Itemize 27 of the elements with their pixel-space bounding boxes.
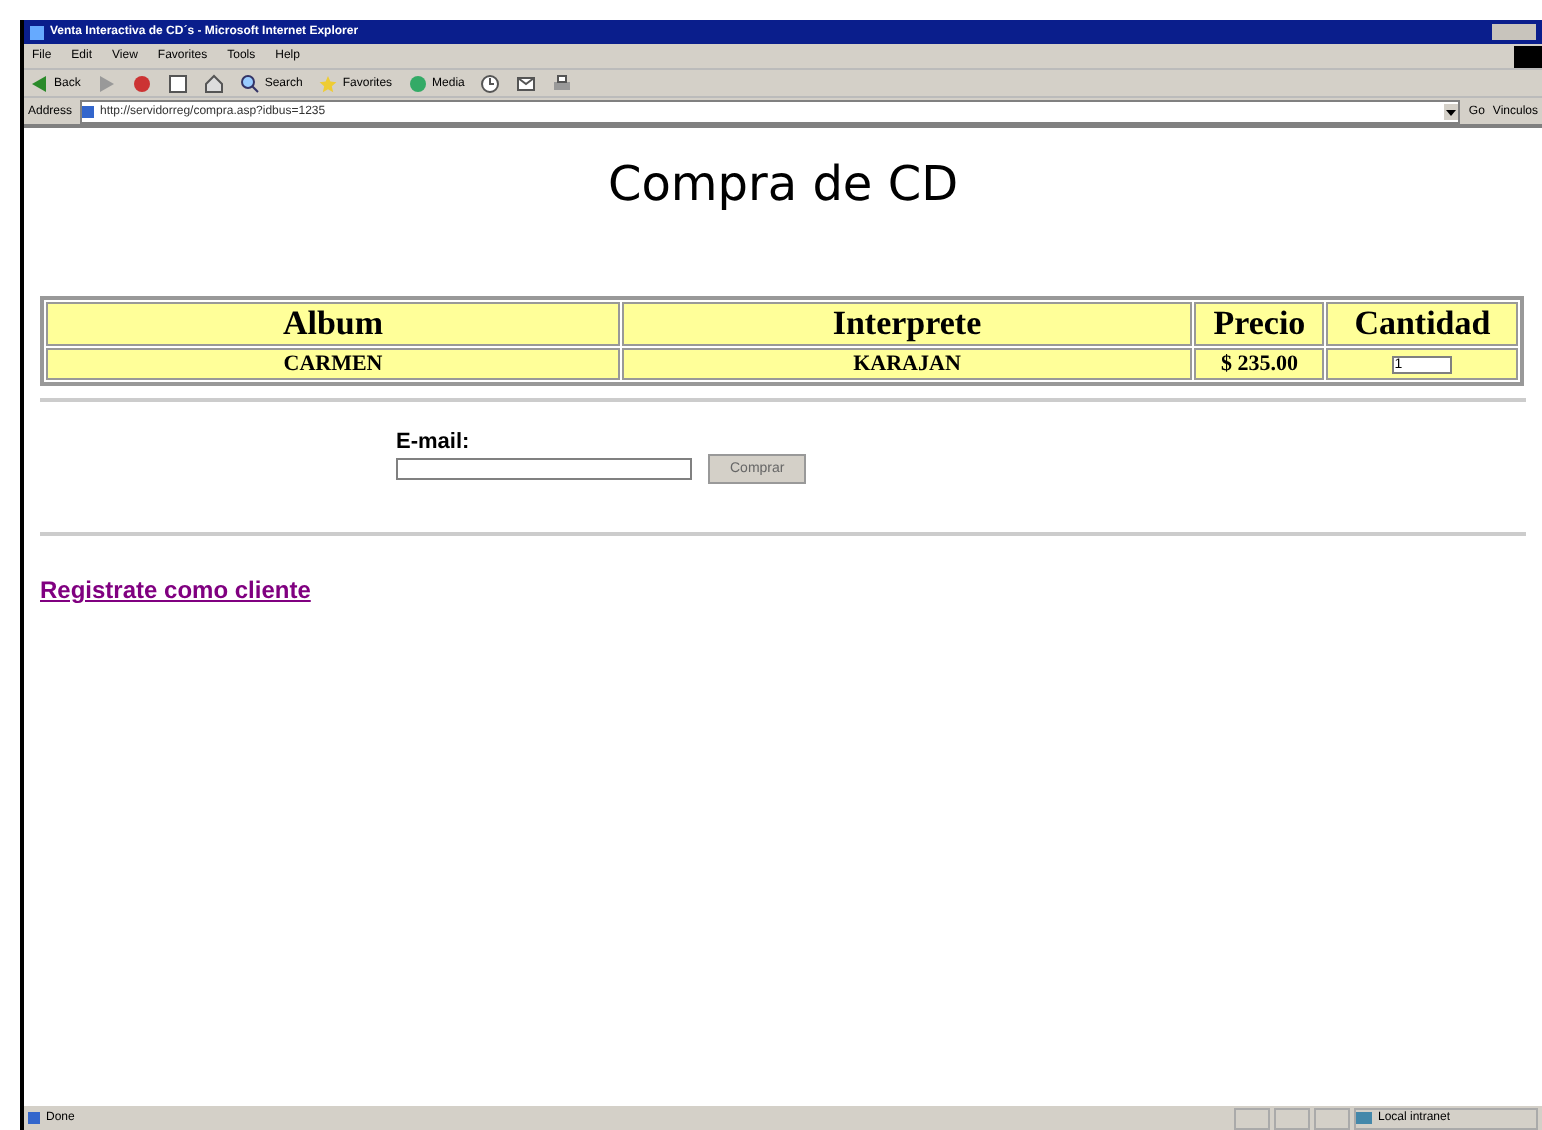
table-cell: CARMEN (46, 348, 620, 380)
star-icon (318, 73, 339, 93)
page-icon (82, 105, 95, 117)
status-pane (1234, 1107, 1270, 1129)
column-header: Cantidad (1326, 302, 1518, 346)
email-field[interactable] (396, 458, 692, 480)
column-header: Album (46, 302, 620, 346)
column-header: Interprete (622, 302, 1192, 346)
email-label: E-mail: (396, 430, 472, 454)
stop-icon[interactable] (132, 73, 153, 93)
register-link[interactable]: Registrate como cliente (40, 576, 311, 604)
computer-icon (1356, 1112, 1372, 1124)
page-heading: Compra de CD (605, 156, 961, 212)
status-pane (1314, 1107, 1350, 1129)
back-arrow-icon (30, 73, 50, 93)
envelope-icon[interactable] (516, 73, 537, 93)
table-cell: KARAJAN (622, 348, 1192, 380)
dropdown-arrow-icon[interactable] (1444, 103, 1459, 119)
clock-icon[interactable] (480, 73, 501, 93)
page-icon (28, 1112, 40, 1124)
home-icon[interactable] (204, 73, 225, 93)
search-icon (240, 73, 261, 93)
browser-icon (30, 25, 44, 39)
printer-icon[interactable] (552, 73, 573, 93)
table-cell: $ 235.00 (1194, 348, 1325, 380)
status-pane (1274, 1107, 1310, 1129)
column-header: Precio (1194, 302, 1325, 346)
